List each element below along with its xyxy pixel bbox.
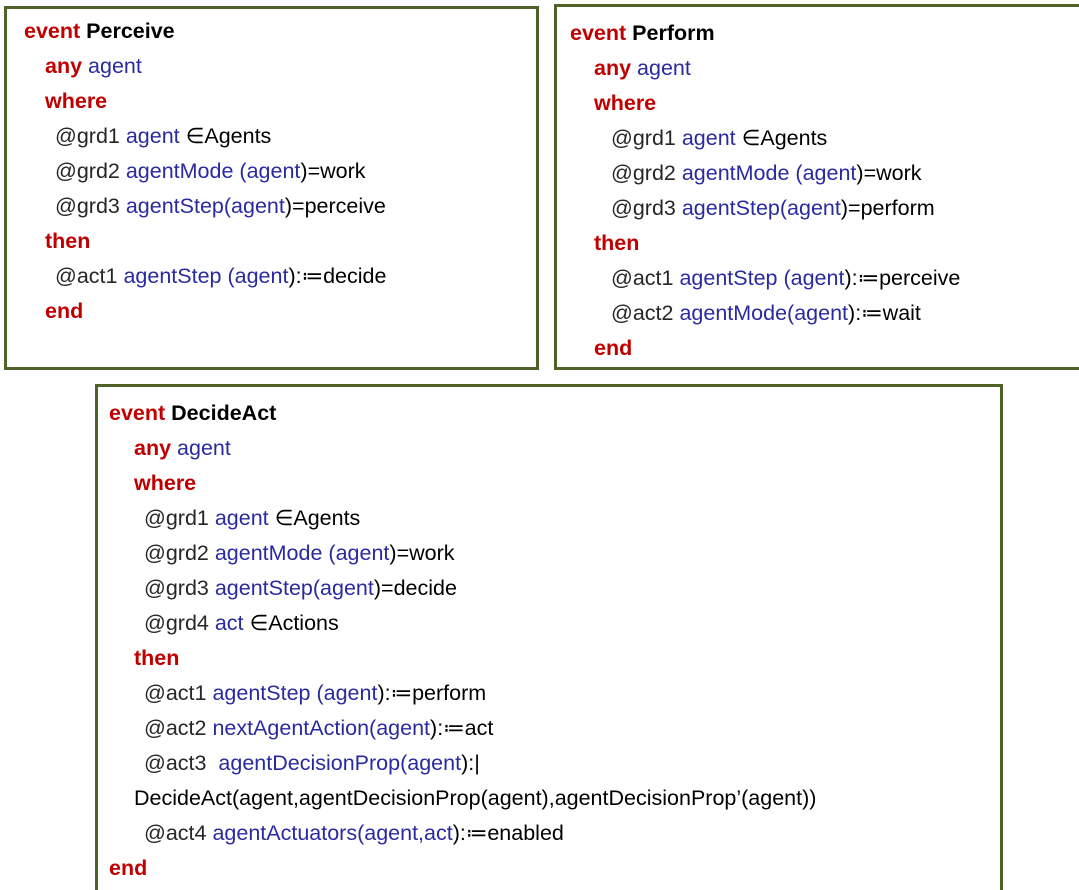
param-agent: agent (177, 436, 231, 460)
event-header: event Perform (570, 19, 715, 47)
keyword-any: any (134, 436, 172, 460)
action-act1: @act1 agentStep (agent):≔perceive (611, 266, 961, 290)
guard-grd3: @grd3 agentStep(agent)=perform (611, 196, 935, 220)
keyword-then: then (45, 229, 91, 253)
keyword-then: then (594, 231, 640, 255)
action-act2: @act2 agentMode(agent):≔wait (611, 301, 921, 325)
event-name: DecideAct (171, 401, 277, 425)
keyword-any: any (45, 54, 83, 78)
guard-grd3: @grd3 agentStep(agent)=decide (144, 576, 457, 600)
keyword-any: any (594, 56, 632, 80)
keyword-end: end (45, 299, 84, 323)
event-perform-box: event Perform any agent where @grd1 agen… (554, 4, 1079, 370)
action-act4: @act4 agentActuators(agent,act):≔enabled (144, 821, 564, 845)
any-clause: any agent (45, 52, 142, 80)
param-agent: agent (637, 56, 691, 80)
action-act2: @act2 nextAgentAction(agent):≔act (144, 716, 494, 740)
event-name: Perform (632, 21, 715, 45)
event-name: Perceive (86, 19, 175, 43)
keyword-end: end (594, 336, 633, 360)
event-header: event Perceive (24, 17, 175, 45)
guard-grd1: @grd1 agent ∈Agents (144, 506, 361, 530)
guard-grd2: @grd2 agentMode (agent)=work (144, 541, 455, 565)
keyword-event: event (24, 19, 81, 43)
keyword-where: where (134, 471, 197, 495)
any-clause: any agent (594, 54, 691, 82)
action-act3: @act3 agentDecisionProp(agent):| (144, 751, 480, 775)
event-perceive-box: event Perceive any agent where @grd1 age… (4, 6, 539, 370)
action-act1: @act1 agentStep (agent):≔perform (144, 681, 487, 705)
keyword-where: where (594, 91, 657, 115)
keyword-event: event (570, 21, 627, 45)
event-decideact-box: event DecideAct any agent where @grd1 ag… (95, 384, 1003, 890)
action-act1: @act1 agentStep (agent):≔decide (55, 264, 387, 288)
param-agent: agent (88, 54, 142, 78)
guard-grd1: @grd1 agent ∈Agents (611, 126, 828, 150)
guard-grd2: @grd2 agentMode (agent)=work (611, 161, 922, 185)
keyword-then: then (134, 646, 180, 670)
guard-grd4: @grd4 act ∈Actions (144, 611, 339, 635)
any-clause: any agent (134, 434, 231, 462)
guard-grd3: @grd3 agentStep(agent)=perceive (55, 194, 386, 218)
guard-grd1: @grd1 agent ∈Agents (55, 124, 272, 148)
keyword-where: where (45, 89, 108, 113)
action-act3-continuation: DecideAct(agent,agentDecisionProp(agent)… (134, 786, 817, 810)
guard-grd2: @grd2 agentMode (agent)=work (55, 159, 366, 183)
keyword-event: event (109, 401, 166, 425)
event-header: event DecideAct (109, 399, 276, 427)
keyword-end: end (109, 856, 148, 880)
